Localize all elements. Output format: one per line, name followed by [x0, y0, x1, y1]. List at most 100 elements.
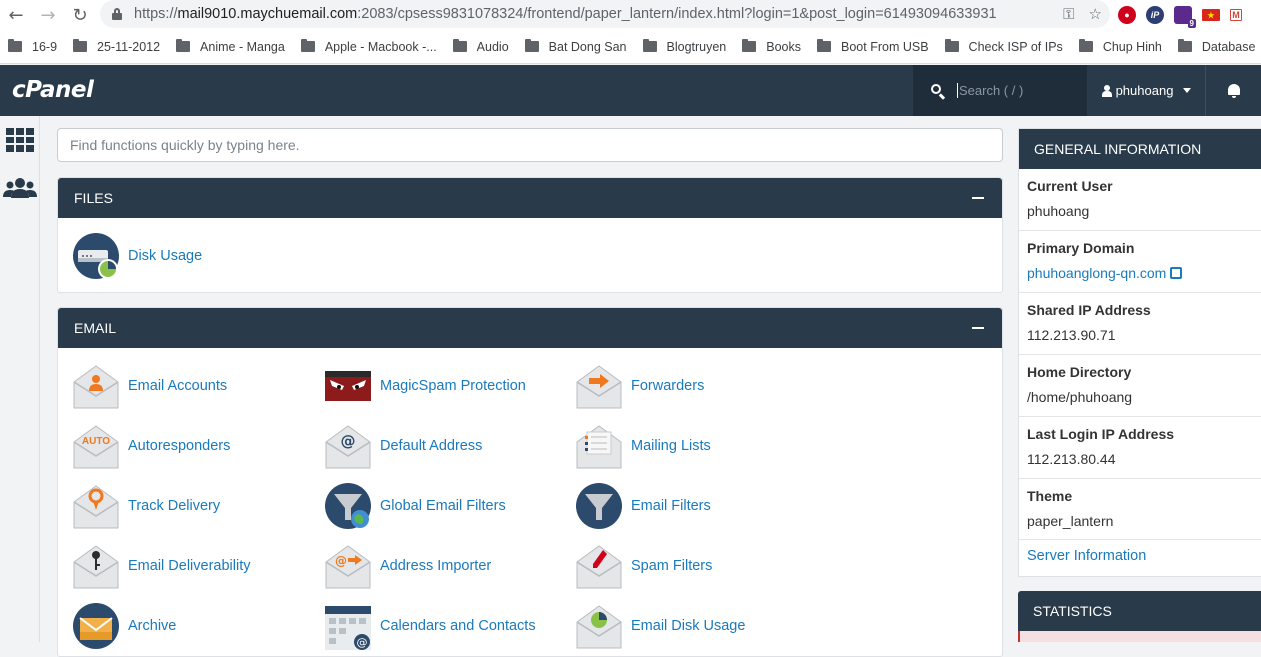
- bookmark-folder[interactable]: Anime - Manga: [176, 39, 285, 54]
- info-value-container: phuhoanglong-qn.com: [1027, 265, 1261, 281]
- bookmark-folder[interactable]: Bat Dong San: [524, 39, 627, 54]
- disk-usage-icon: [73, 233, 119, 279]
- forward-icon[interactable]: →: [32, 0, 64, 30]
- item-label: Email Filters: [631, 498, 711, 514]
- bookmark-label: Blogtruyen: [666, 39, 727, 54]
- info-label: Shared IP Address: [1027, 302, 1151, 318]
- extension-badge-icon[interactable]: 9: [1174, 6, 1196, 28]
- info-label: Primary Domain: [1027, 240, 1135, 256]
- external-link-icon[interactable]: [1170, 267, 1183, 279]
- star-icon[interactable]: ☆: [1089, 5, 1102, 23]
- mailing-lists-icon: [576, 425, 622, 469]
- calendars-contacts-item[interactable]: @ Calendars and Contacts: [324, 601, 536, 651]
- bookmark-label: 25-11-2012: [97, 39, 161, 54]
- bookmark-folder[interactable]: Blogtruyen: [642, 39, 727, 54]
- files-panel: FILES Disk Usage: [57, 177, 1003, 293]
- quick-find-input[interactable]: [57, 128, 1003, 162]
- bookmark-label: Apple - Macbook -...: [324, 39, 437, 54]
- bookmark-folder[interactable]: Books: [742, 39, 802, 54]
- notifications-button[interactable]: [1205, 65, 1261, 116]
- info-value: phuhoang: [1027, 203, 1090, 219]
- autoresponders-item[interactable]: AUTO Autoresponders: [72, 421, 230, 471]
- email-panel-header[interactable]: EMAIL: [58, 308, 1002, 348]
- bookmark-folder[interactable]: Chup Hinh: [1078, 39, 1162, 54]
- item-label: Email Disk Usage: [631, 618, 746, 634]
- search-icon: [931, 83, 945, 98]
- bookmark-folder[interactable]: Boot From USB: [817, 39, 929, 54]
- archive-item[interactable]: Archive: [72, 601, 176, 651]
- bookmark-label: Bat Dong San: [548, 39, 627, 54]
- email-panel-title: EMAIL: [74, 320, 117, 336]
- folder-icon: [1078, 39, 1093, 52]
- magicspam-item[interactable]: MagicSpam Protection: [324, 361, 526, 411]
- info-row-shared-ip: Shared IP Address 112.213.90.71: [1019, 293, 1261, 355]
- collapse-icon[interactable]: [972, 196, 984, 200]
- email-deliverability-item[interactable]: Email Deliverability: [72, 541, 250, 591]
- key-icon[interactable]: ⚿: [1063, 5, 1074, 23]
- global-email-filters-item[interactable]: Global Email Filters: [324, 481, 506, 531]
- archive-icon: [73, 603, 119, 649]
- info-label: Theme: [1027, 488, 1073, 504]
- back-icon[interactable]: ←: [0, 0, 32, 30]
- address-importer-item[interactable]: @ Address Importer: [324, 541, 491, 591]
- chevron-down-icon: [1183, 88, 1192, 93]
- folder-icon: [742, 39, 757, 52]
- user-menu[interactable]: phuhoang: [1088, 65, 1205, 116]
- header-search-input[interactable]: [957, 83, 1067, 98]
- bookmark-label: Anime - Manga: [200, 39, 285, 54]
- gmail-icon[interactable]: M: [1230, 9, 1242, 21]
- users-icon[interactable]: [3, 176, 37, 200]
- bookmark-label: Check ISP of IPs: [968, 39, 1063, 54]
- item-label: Track Delivery: [128, 498, 221, 514]
- email-disk-usage-item[interactable]: Email Disk Usage: [575, 601, 745, 651]
- item-label: Email Accounts: [128, 378, 228, 394]
- global-email-filters-icon: [325, 483, 371, 529]
- mailing-lists-item[interactable]: Mailing Lists: [575, 421, 711, 471]
- files-panel-header[interactable]: FILES: [58, 178, 1002, 218]
- item-label: Address Importer: [380, 558, 492, 574]
- bookmark-folder[interactable]: Database: [1177, 39, 1256, 54]
- adblock-extension-icon[interactable]: ●: [1118, 6, 1136, 24]
- default-address-item[interactable]: @ Default Address: [324, 421, 482, 471]
- calendar-icon: @: [325, 606, 371, 650]
- forwarders-item[interactable]: Forwarders: [575, 361, 704, 411]
- svg-text:@: @: [357, 636, 368, 649]
- email-filters-item[interactable]: Email Filters: [575, 481, 711, 531]
- info-value: /home/phuhoang: [1027, 389, 1133, 405]
- email-panel: EMAIL Email Accounts MagicSpam Protectio…: [57, 307, 1003, 657]
- bookmark-folder[interactable]: Check ISP of IPs: [944, 39, 1063, 54]
- url-host: mail9010.maychuemail.com: [177, 6, 358, 22]
- info-row-home-directory: Home Directory /home/phuhoang: [1019, 355, 1261, 417]
- bookmark-folder[interactable]: Audio: [452, 39, 509, 54]
- files-panel-title: FILES: [74, 190, 113, 206]
- apps-grid-icon[interactable]: [6, 128, 34, 152]
- spam-filters-item[interactable]: Spam Filters: [575, 541, 712, 591]
- bookmark-label: Database: [1201, 39, 1256, 54]
- track-delivery-item[interactable]: Track Delivery: [72, 481, 220, 531]
- collapse-icon[interactable]: [972, 326, 984, 330]
- bookmark-folder[interactable]: Apple - Macbook -...: [300, 39, 437, 54]
- email-accounts-item[interactable]: Email Accounts: [72, 361, 227, 411]
- disk-usage-item[interactable]: Disk Usage: [72, 231, 202, 281]
- bookmark-folder[interactable]: 25-11-2012: [73, 39, 161, 54]
- statistics-title: STATISTICS: [1033, 603, 1112, 619]
- server-information-link[interactable]: Server Information: [1019, 540, 1261, 564]
- folder-icon: [300, 39, 315, 52]
- info-value: 112.213.90.71: [1027, 327, 1116, 343]
- bookmark-folder[interactable]: 16-9: [8, 39, 57, 54]
- ip-extension-icon[interactable]: iP: [1146, 6, 1164, 24]
- svg-text:@: @: [335, 554, 347, 568]
- primary-domain-link[interactable]: phuhoanglong-qn.com: [1027, 265, 1166, 281]
- cpanel-logo[interactable]: cPanel: [12, 77, 94, 103]
- vietnam-flag-icon[interactable]: ★: [1202, 9, 1220, 21]
- magicspam-icon: [325, 371, 371, 401]
- reload-icon[interactable]: ↻: [64, 0, 96, 30]
- bookmark-label: Books: [766, 39, 802, 54]
- address-bar[interactable]: https://mail9010.maychuemail.com:2083/cp…: [100, 0, 1110, 28]
- item-label: Global Email Filters: [380, 498, 506, 514]
- folder-icon: [452, 39, 467, 52]
- username: phuhoang: [1115, 83, 1174, 98]
- browser-toolbar: ← → ↻ https://mail9010.maychuemail.com:2…: [0, 0, 1261, 30]
- cpanel-header: cPanel phuhoang: [0, 65, 1261, 116]
- info-row-primary-domain: Primary Domain phuhoanglong-qn.com: [1019, 231, 1261, 293]
